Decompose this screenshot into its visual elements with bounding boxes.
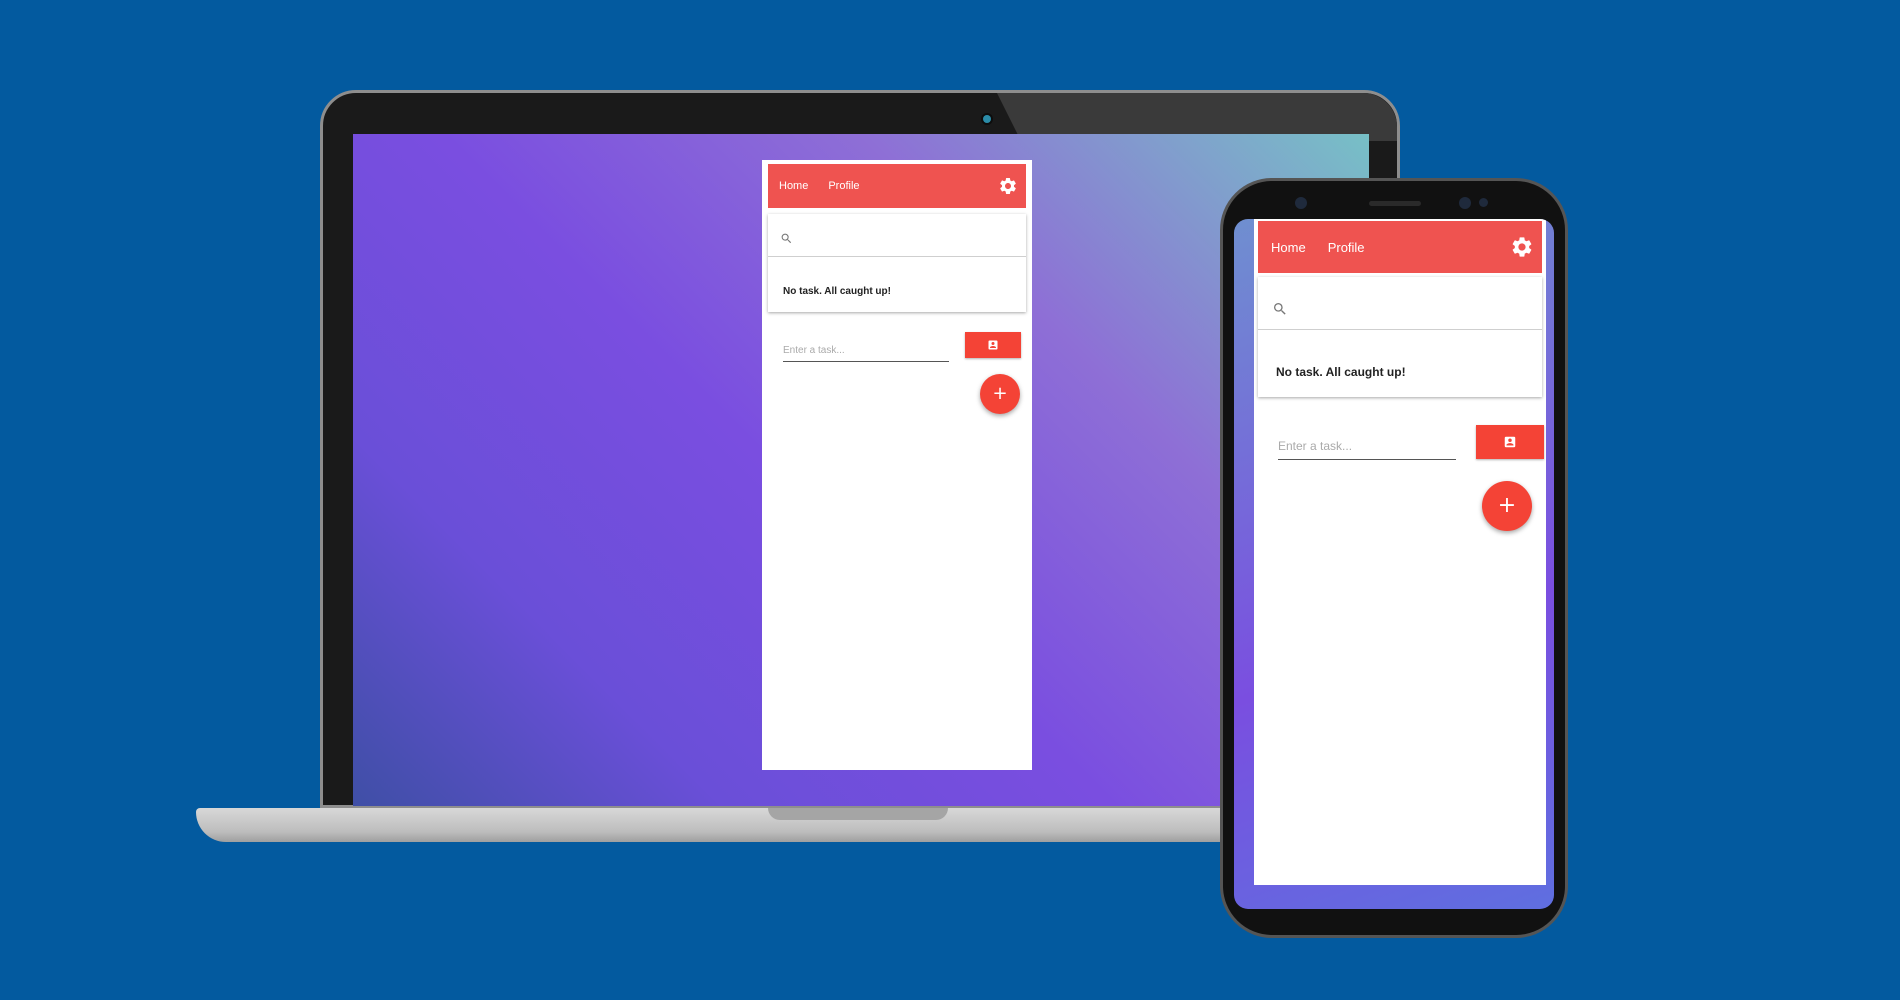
task-card: No task. All caught up! [1258, 277, 1542, 397]
empty-task-message: No task. All caught up! [1276, 365, 1406, 379]
task-input[interactable] [783, 339, 949, 362]
front-camera-icon [1295, 197, 1307, 209]
todo-app-window: Home Profile No task. All caught up! Ent… [1254, 219, 1546, 885]
contact-button[interactable] [965, 332, 1021, 358]
nav-profile-link[interactable]: Profile [1328, 240, 1365, 255]
contact-button[interactable] [1476, 425, 1544, 459]
proximity-sensor-icon [1479, 198, 1488, 207]
search-bar [1258, 277, 1542, 330]
nav-home-link[interactable]: Home [779, 180, 808, 192]
search-input[interactable] [1296, 289, 1534, 321]
sensor-icon [1459, 197, 1471, 209]
phone-screen: Home Profile No task. All caught up! Ent… [1234, 219, 1554, 909]
phone-speaker [1369, 201, 1421, 206]
add-task-button[interactable]: + [980, 374, 1020, 414]
nav-home-link[interactable]: Home [1271, 240, 1306, 255]
contact-card-icon [1504, 436, 1516, 448]
trackpad-notch [768, 808, 948, 820]
search-icon [781, 233, 792, 244]
nav-profile-link[interactable]: Profile [828, 180, 859, 192]
gear-icon[interactable] [1510, 235, 1534, 259]
search-bar [768, 214, 1026, 257]
navbar: Home Profile [1258, 221, 1542, 273]
phone-device: Home Profile No task. All caught up! Ent… [1220, 178, 1568, 938]
camera-icon [983, 115, 991, 123]
empty-task-message: No task. All caught up! [783, 286, 891, 297]
search-icon [1274, 303, 1286, 315]
search-input[interactable] [800, 224, 1018, 252]
task-card: No task. All caught up! [768, 214, 1026, 312]
navbar: Home Profile [768, 164, 1026, 208]
gear-icon[interactable] [998, 176, 1018, 196]
contact-card-icon [988, 340, 998, 350]
add-task-button[interactable]: + [1482, 481, 1532, 531]
todo-app-window: Home Profile No task. All caught up! + [762, 160, 1032, 770]
task-input[interactable] [1278, 433, 1456, 460]
laptop-device: Home Profile No task. All caught up! + [196, 90, 1436, 860]
